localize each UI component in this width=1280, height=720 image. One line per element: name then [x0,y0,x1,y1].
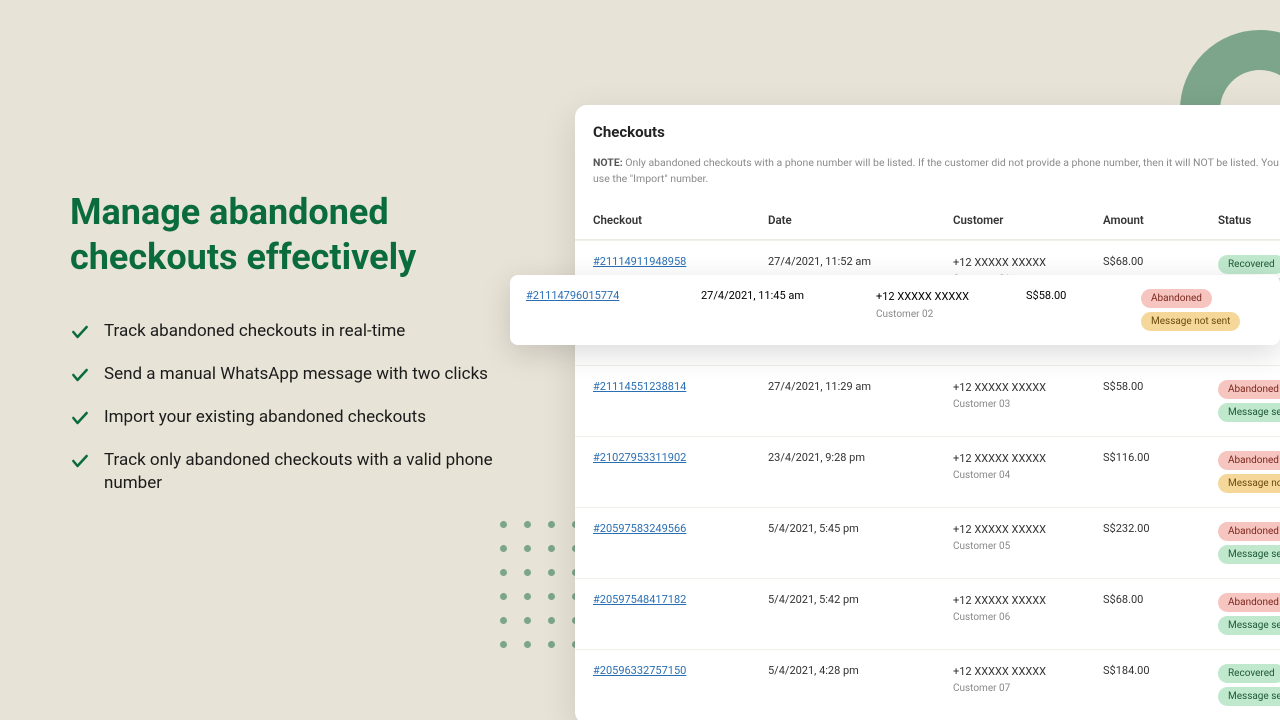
status-badge: Abandoned [1141,289,1212,308]
status-badge: Message sent [1218,545,1280,564]
status-badge: Abandoned [1218,522,1280,541]
row-date: 5/4/2021, 5:45 pm [768,522,953,535]
row-customer: +12 XXXXX XXXXXCustomer 05 [953,522,1103,555]
checkout-id-link[interactable]: #21114911948958 [593,255,686,268]
check-icon [70,322,90,342]
col-amount: Amount [1103,213,1218,227]
panel-note-text: Only abandoned checkouts with a phone nu… [593,156,1280,185]
status-badge: Recovered [1218,255,1280,274]
col-date: Date [768,213,953,227]
row-amount: S$58.00 [1026,289,1141,302]
hero: Manage abandoned checkouts effectively T… [70,190,500,515]
table-row[interactable]: #21027953311902 23/4/2021, 9:28 pm+12 XXX… [575,436,1280,507]
row-date: 27/4/2021, 11:29 am [768,380,953,393]
check-icon [70,365,90,385]
row-customer: +12 XXXXX XXXXXCustomer 02 [876,289,1026,322]
row-customer: +12 XXXXX XXXXXCustomer 06 [953,593,1103,626]
table-row-highlighted[interactable]: #21114796015774 27/4/2021, 11:45 am+12 XX… [510,275,1280,345]
status-badge: Message not sent [1218,474,1280,493]
hero-bullet-text: Import your existing abandoned checkouts [104,406,426,429]
status-badge: Message sent [1218,616,1280,635]
row-amount: S$58.00 [1103,380,1218,393]
table-row[interactable]: #20597548417182 5/4/2021, 5:42 pm+12 XXXX… [575,578,1280,649]
row-amount: S$68.00 [1103,255,1218,268]
check-icon [70,408,90,428]
page-title: Manage abandoned checkouts effectively [70,190,500,280]
hero-bullet: Send a manual WhatsApp message with two … [70,363,500,386]
table-row[interactable]: #20597583249566 5/4/2021, 5:45 pm+12 XXXX… [575,507,1280,578]
hero-bullet: Track abandoned checkouts in real-time [70,320,500,343]
row-date: 5/4/2021, 4:28 pm [768,664,953,677]
checkout-id-link[interactable]: #21114796015774 [526,289,619,302]
checkouts-panel: Checkouts NOTE: Only abandoned checkouts… [575,105,1280,720]
status-badge: Message sent [1218,403,1280,422]
row-date: 23/4/2021, 9:28 pm [768,451,953,464]
check-icon [70,451,90,471]
row-customer: +12 XXXXX XXXXXCustomer 07 [953,664,1103,697]
status-badge: Message sent [1218,687,1280,706]
panel-title: Checkouts [593,123,1280,141]
col-status: Status [1218,213,1280,227]
row-amount: S$232.00 [1103,522,1218,535]
row-customer: +12 XXXXX XXXXXCustomer 03 [953,380,1103,413]
row-amount: S$184.00 [1103,664,1218,677]
status-badge: Recovered [1218,664,1280,683]
row-date: 27/4/2021, 11:52 am [768,255,953,268]
row-amount: S$116.00 [1103,451,1218,464]
checkout-id-link[interactable]: #21027953311902 [593,451,686,464]
row-amount: S$68.00 [1103,593,1218,606]
checkout-id-link[interactable]: #20597548417182 [593,593,686,606]
hero-bullets: Track abandoned checkouts in real-time Se… [70,320,500,495]
hero-bullet: Import your existing abandoned checkouts [70,406,500,429]
table-header: Checkout Date Customer Amount Status [575,201,1280,240]
checkout-id-link[interactable]: #20596332757150 [593,664,686,677]
table-row[interactable]: #21114551238814 27/4/2021, 11:29 am+12 XX… [575,365,1280,436]
row-date: 5/4/2021, 5:42 pm [768,593,953,606]
col-customer: Customer [953,213,1103,227]
table-row[interactable]: #20596332757150 5/4/2021, 4:28 pm+12 XXXX… [575,649,1280,720]
panel-note: NOTE: Only abandoned checkouts with a ph… [593,155,1280,187]
checkout-id-link[interactable]: #20597583249566 [593,522,686,535]
col-checkout: Checkout [593,213,768,227]
checkout-id-link[interactable]: #21114551238814 [593,380,686,393]
row-date: 27/4/2021, 11:45 am [701,289,876,302]
hero-bullet-text: Send a manual WhatsApp message with two … [104,363,488,386]
hero-bullet-text: Track only abandoned checkouts with a va… [104,449,500,495]
status-badge: Message not sent [1141,312,1240,331]
row-customer: +12 XXXXX XXXXXCustomer 04 [953,451,1103,484]
status-badge: Abandoned [1218,380,1280,399]
panel-note-label: NOTE: [593,156,623,169]
hero-bullet-text: Track abandoned checkouts in real-time [104,320,405,343]
hero-bullet: Track only abandoned checkouts with a va… [70,449,500,495]
status-badge: Abandoned [1218,451,1280,470]
status-badge: Abandoned [1218,593,1280,612]
